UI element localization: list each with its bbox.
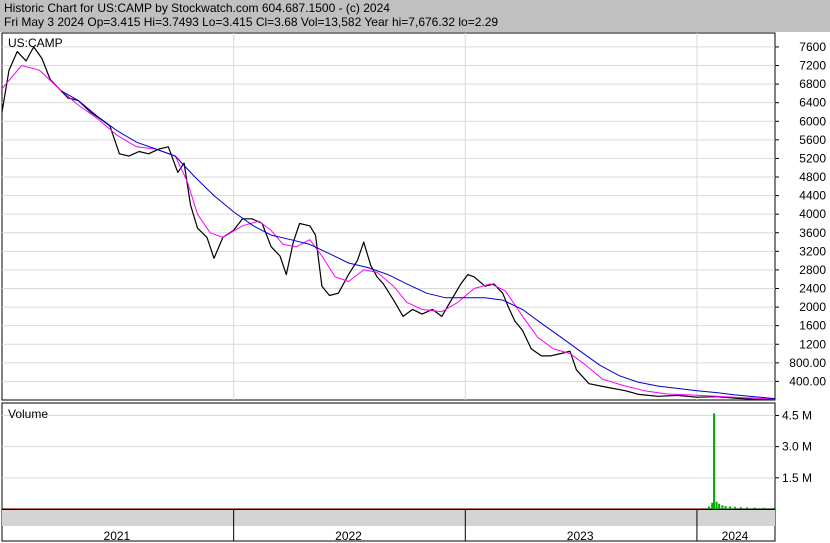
volume-bar [762,507,765,509]
price-tick-label: 2000 [799,300,826,314]
volume-tick-label: 4.5 M [782,408,812,422]
volume-bar [715,501,718,509]
volume-tick-label: 1.5 M [782,471,812,485]
price-tick-label: 6800 [799,77,826,91]
year-axis-strip [2,510,775,526]
volume-bar [713,413,716,509]
volume-panel: 4.5 M 3.0 M 1.5 M Volume [1,402,812,510]
volume-bar [734,506,737,509]
volume-bar [772,507,775,509]
price-tick-label: 1200 [799,337,826,351]
price-tick-label: 4400 [799,189,826,203]
year-label: 2024 [722,529,749,543]
price-tick-label: 6400 [799,96,826,110]
year-label: 2023 [567,529,594,543]
volume-bar [739,507,742,509]
price-tick-label: 3600 [799,226,826,240]
price-tick-label: 400.00 [789,374,826,388]
volume-baseline-bars [3,508,709,509]
year-label: 2021 [104,529,131,543]
price-tick-label: 800.00 [789,356,826,370]
year-axis-bar: 2021 2022 2023 2024 [1,509,776,543]
volume-plot-area [1,402,776,510]
volume-bar [707,506,710,509]
price-tick-label: 2800 [799,263,826,277]
price-tick-label: 7200 [799,59,826,73]
volume-title: Volume [8,407,48,421]
price-tick-label: 1600 [799,319,826,333]
price-tick-label: 4000 [799,207,826,221]
year-label: 2022 [335,529,362,543]
volume-tick-label: 3.0 M [782,440,812,454]
volume-bar [728,506,731,509]
price-tick-label: 6000 [799,114,826,128]
price-chart-symbol: US:CAMP [8,36,63,50]
price-tick-label: 5200 [799,151,826,165]
volume-bar [721,505,724,509]
volume-bar [711,502,714,509]
price-tick-label: 3200 [799,244,826,258]
price-tick-label: 4800 [799,170,826,184]
volume-bar [724,506,727,509]
volume-bar [718,503,721,509]
price-panel: 7600 7200 6800 6400 6000 5600 5200 4800 4400 4000… [1,32,826,401]
price-plot-area [1,32,776,401]
price-tick-label: 7600 [799,40,826,54]
volume-bar [746,507,749,509]
volume-bar [753,507,756,509]
price-tick-label: 5600 [799,133,826,147]
stock-chart: 7600 7200 6800 6400 6000 5600 5200 4800 4400 4000… [1,32,826,543]
price-tick-label: 2400 [799,282,826,296]
